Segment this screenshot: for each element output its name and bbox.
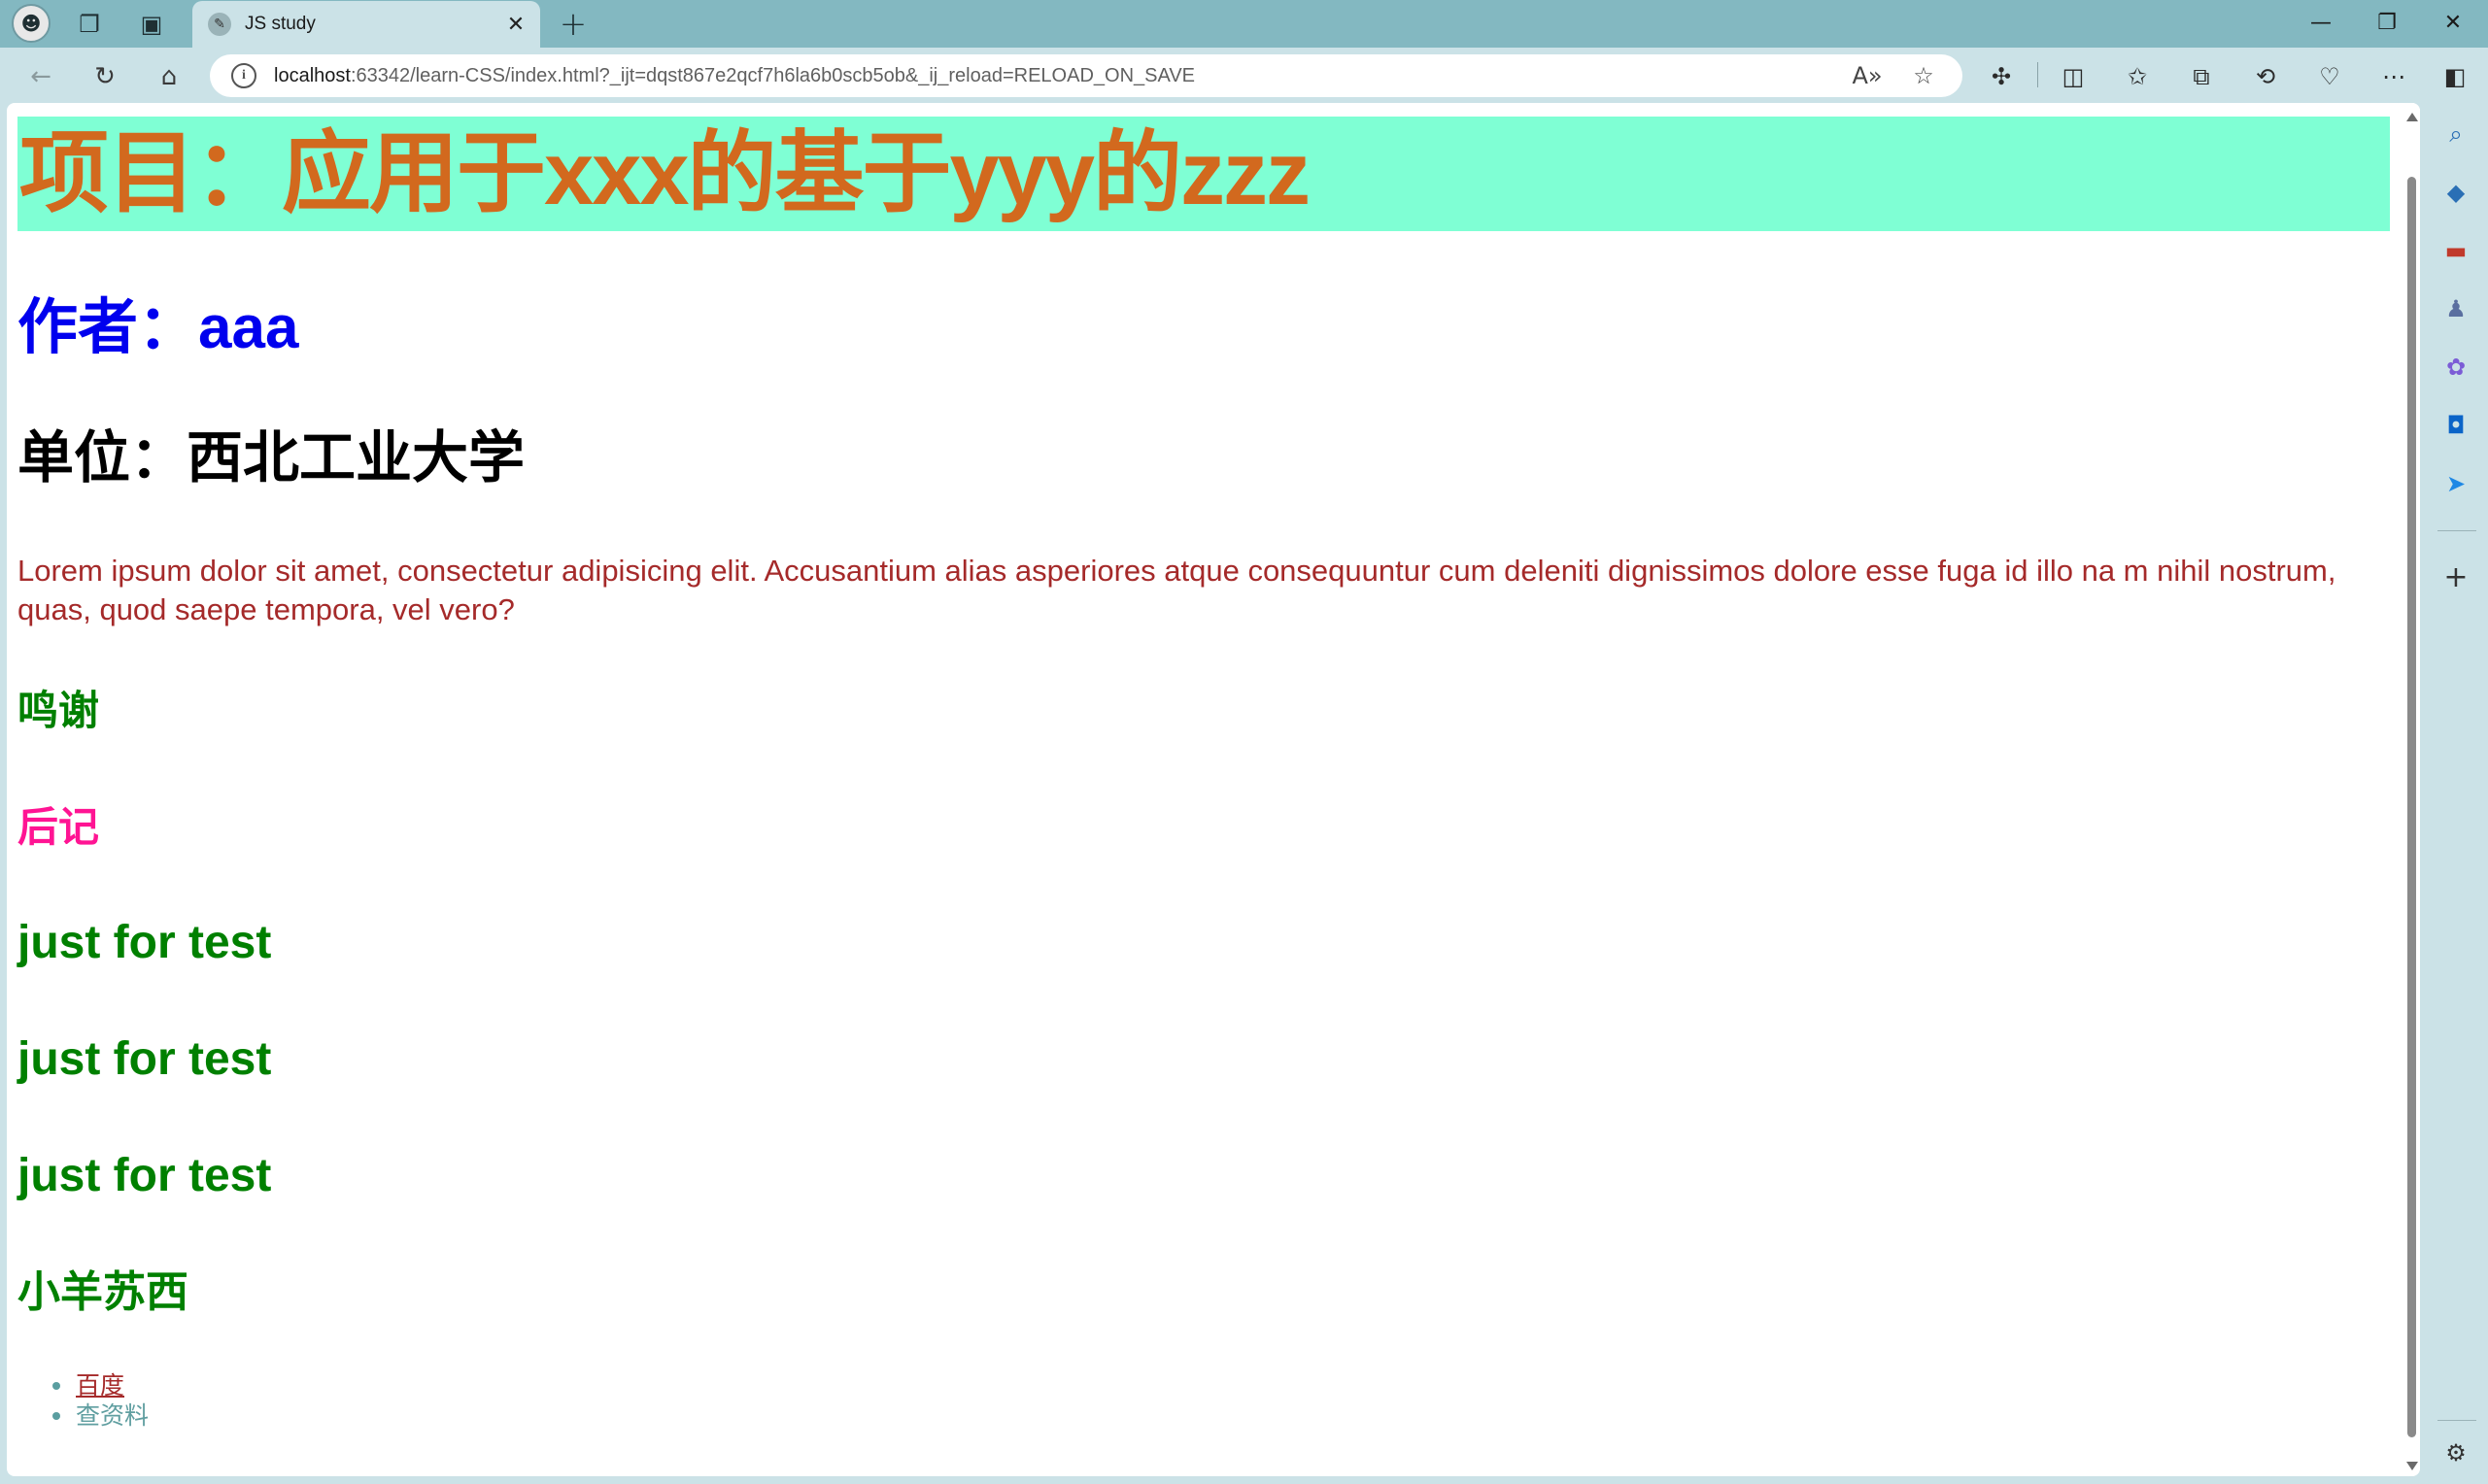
afterword-heading: 后记 — [17, 804, 100, 850]
sidebar-divider — [2437, 1420, 2476, 1421]
add-sidebar-app-icon[interactable]: + — [2437, 557, 2475, 596]
project-title: 项目：应用于xxx的基于yyy的zzz — [17, 117, 2390, 231]
tab-js-study[interactable]: ✎ JS study ✕ — [192, 1, 540, 48]
close-window-button[interactable]: ✕ — [2420, 0, 2486, 46]
favorite-star-icon[interactable]: ☆ — [1908, 60, 1939, 91]
site-info-icon[interactable]: i — [231, 63, 256, 88]
more-menu-icon[interactable]: ⋯ — [2376, 59, 2411, 94]
shopping-tag-icon[interactable]: ◆ — [2437, 173, 2475, 212]
navigation-bar: ← ↻ ⌂ i localhost:63342/learn-CSS/index.… — [0, 48, 2488, 103]
collections-icon[interactable]: ⧉ — [2184, 59, 2219, 94]
address-bar[interactable]: i localhost:63342/learn-CSS/index.html?_… — [210, 54, 1962, 97]
favorites-icon[interactable]: ✩ — [2120, 59, 2155, 94]
copilot-icon[interactable]: ✿ — [2437, 348, 2475, 387]
workspaces-icon[interactable]: ❐ — [72, 7, 107, 42]
test-heading-1: just for test — [17, 917, 272, 968]
list-item: 百度 — [52, 1371, 2388, 1401]
back-icon[interactable]: ← — [21, 57, 60, 96]
settings-gear-icon[interactable]: ⚙ — [2437, 1433, 2475, 1472]
page-favicon-icon: ✎ — [208, 13, 231, 36]
home-icon[interactable]: ⌂ — [150, 57, 188, 96]
baidu-link[interactable]: 百度 — [76, 1372, 124, 1400]
test-heading-3: just for test — [17, 1150, 272, 1201]
sidebar-toggle-icon[interactable]: ◧ — [2437, 59, 2472, 94]
link-list: 百度 查资料 — [52, 1371, 2388, 1432]
lorem-paragraph: Lorem ipsum dolor sit amet, consectetur … — [17, 554, 2336, 626]
url-text[interactable]: localhost:63342/learn-CSS/index.html?_ij… — [274, 65, 1195, 87]
list-item: 查资料 — [52, 1401, 2388, 1432]
author-heading: 作者：aaa — [17, 294, 299, 361]
minimize-button[interactable]: — — [2288, 0, 2354, 46]
scroll-thumb[interactable] — [2407, 177, 2416, 1437]
search-link[interactable]: 查资料 — [76, 1402, 149, 1430]
send-icon[interactable]: ➤ — [2437, 464, 2475, 503]
sidebar-divider — [2437, 530, 2476, 531]
browser-essentials-icon[interactable]: ♡ — [2312, 59, 2347, 94]
tools-icon[interactable]: ▬ — [2437, 231, 2475, 270]
unit-heading: 单位：西北工业大学 — [17, 426, 526, 489]
scroll-down-arrow-icon[interactable] — [2406, 1462, 2418, 1470]
new-tab-button[interactable]: + — [556, 5, 591, 44]
tab-close-icon[interactable]: ✕ — [501, 10, 530, 39]
thanks-heading: 鸣谢 — [17, 688, 100, 733]
page-viewport: 项目：应用于xxx的基于yyy的zzz 作者：aaa 单位：西北工业大学 Lor… — [7, 103, 2420, 1476]
page-content: 项目：应用于xxx的基于yyy的zzz 作者：aaa 单位：西北工业大学 Lor… — [17, 117, 2390, 1432]
restore-button[interactable]: ❐ — [2354, 0, 2420, 46]
history-icon[interactable]: ⟲ — [2248, 59, 2283, 94]
profile-avatar-icon[interactable]: ☻ — [12, 4, 51, 43]
games-icon[interactable]: ♟ — [2437, 289, 2475, 328]
read-aloud-icon[interactable]: A» — [1852, 60, 1883, 91]
toolbar-divider — [2037, 62, 2038, 87]
edge-sidebar: ⌕ ◆ ▬ ♟ ✿ ◘ ➤ + ⚙ — [2424, 103, 2488, 1484]
test-heading-2: just for test — [17, 1033, 272, 1085]
tab-title: JS study — [245, 14, 316, 34]
split-screen-icon[interactable]: ◫ — [2056, 59, 2091, 94]
sheep-heading: 小羊苏西 — [17, 1268, 188, 1316]
refresh-icon[interactable]: ↻ — [85, 57, 124, 96]
scroll-up-arrow-icon[interactable] — [2406, 113, 2418, 121]
search-icon[interactable]: ⌕ — [2437, 115, 2475, 153]
vertical-scrollbar[interactable] — [2403, 103, 2420, 1476]
outlook-icon[interactable]: ◘ — [2437, 406, 2475, 445]
vertical-tabs-icon[interactable]: ▣ — [134, 7, 169, 42]
extensions-icon[interactable]: ✣ — [1984, 59, 2019, 94]
title-bar: ☻ ❐ ▣ ✎ JS study ✕ + — ❐ ✕ — [0, 0, 2488, 48]
